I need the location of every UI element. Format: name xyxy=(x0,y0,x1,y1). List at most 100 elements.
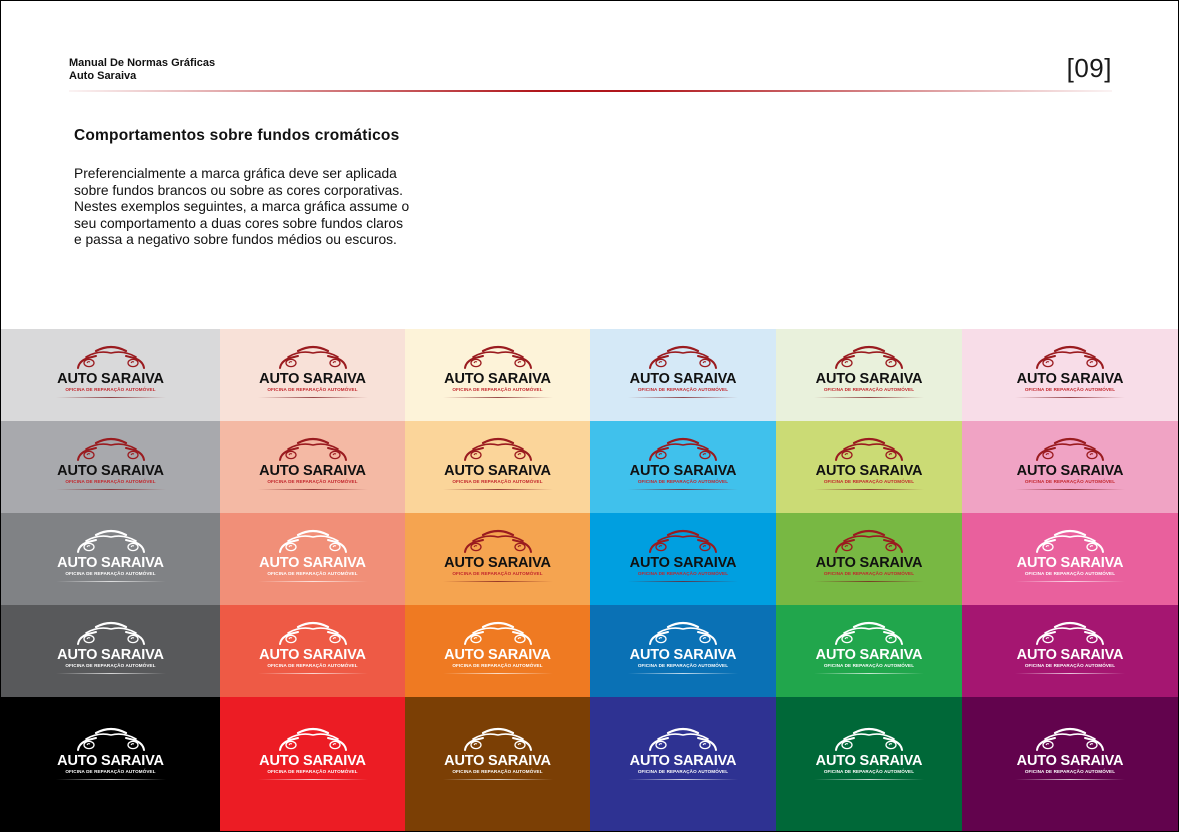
logo-underline xyxy=(628,581,738,582)
logo-tagline: OFICINA DE REPARAÇÃO AUTOMÓVEL xyxy=(637,387,729,392)
logo-tagline: OFICINA DE REPARAÇÃO AUTOMÓVEL xyxy=(452,479,543,484)
color-swatch-tile: AUTO SARAIVA OFICINA DE REPARAÇÃO AUTOMÓV… xyxy=(220,513,405,605)
logo-wordmark: AUTO SARAIVA xyxy=(444,753,551,769)
car-front-icon xyxy=(799,527,939,555)
logo-underline xyxy=(55,779,166,780)
logo-underline xyxy=(1015,581,1125,582)
logo-tagline: OFICINA DE REPARAÇÃO AUTOMÓVEL xyxy=(267,479,358,484)
color-swatch-tile: AUTO SARAIVA OFICINA DE REPARAÇÃO AUTOMÓV… xyxy=(220,697,405,831)
logo-tagline: OFICINA DE REPARAÇÃO AUTOMÓVEL xyxy=(1024,769,1116,774)
logo-wordmark: AUTO SARAIVA xyxy=(444,371,551,387)
logo-wordmark: AUTO SARAIVA xyxy=(259,555,366,571)
color-swatch-tile: AUTO SARAIVA OFICINA DE REPARAÇÃO AUTOMÓV… xyxy=(962,605,1178,697)
logo-tagline: OFICINA DE REPARAÇÃO AUTOMÓVEL xyxy=(452,571,543,576)
logo-tagline: OFICINA DE REPARAÇÃO AUTOMÓVEL xyxy=(65,479,156,484)
logo-wordmark: AUTO SARAIVA xyxy=(57,647,164,663)
auto-saraiva-logo: AUTO SARAIVA OFICINA DE REPARAÇÃO AUTOMÓV… xyxy=(799,619,939,674)
logo-wordmark: AUTO SARAIVA xyxy=(629,753,737,769)
logo-wordmark: AUTO SARAIVA xyxy=(259,371,366,387)
logo-tagline: OFICINA DE REPARAÇÃO AUTOMÓVEL xyxy=(267,663,358,668)
car-front-icon xyxy=(243,435,383,463)
car-front-icon xyxy=(1000,527,1140,555)
color-swatch-tile: AUTO SARAIVA OFICINA DE REPARAÇÃO AUTOMÓV… xyxy=(220,421,405,513)
car-front-icon xyxy=(613,343,753,371)
logo-wordmark: AUTO SARAIVA xyxy=(259,647,366,663)
auto-saraiva-logo: AUTO SARAIVA OFICINA DE REPARAÇÃO AUTOMÓV… xyxy=(1000,343,1140,398)
auto-saraiva-logo: AUTO SARAIVA OFICINA DE REPARAÇÃO AUTOMÓV… xyxy=(428,435,568,490)
color-swatch-tile: AUTO SARAIVA OFICINA DE REPARAÇÃO AUTOMÓV… xyxy=(776,421,962,513)
auto-saraiva-logo: AUTO SARAIVA OFICINA DE REPARAÇÃO AUTOMÓV… xyxy=(41,343,181,398)
logo-tagline: OFICINA DE REPARAÇÃO AUTOMÓVEL xyxy=(823,387,915,392)
color-swatch-tile: AUTO SARAIVA OFICINA DE REPARAÇÃO AUTOMÓV… xyxy=(405,421,590,513)
auto-saraiva-logo: AUTO SARAIVA OFICINA DE REPARAÇÃO AUTOMÓV… xyxy=(799,527,939,582)
auto-saraiva-logo: AUTO SARAIVA OFICINA DE REPARAÇÃO AUTOMÓV… xyxy=(428,343,568,398)
car-front-icon xyxy=(613,619,753,647)
car-front-icon xyxy=(243,527,383,555)
logo-tagline: OFICINA DE REPARAÇÃO AUTOMÓVEL xyxy=(1024,663,1116,668)
color-swatch-tile: AUTO SARAIVA OFICINA DE REPARAÇÃO AUTOMÓV… xyxy=(1,329,220,421)
car-front-icon xyxy=(41,435,181,463)
logo-wordmark: AUTO SARAIVA xyxy=(815,371,923,387)
document-title: Manual De Normas Gráficas xyxy=(69,57,216,69)
logo-wordmark: AUTO SARAIVA xyxy=(815,753,923,769)
logo-underline xyxy=(442,397,553,398)
section-title: Comportamentos sobre fundos cromáticos xyxy=(74,127,400,144)
logo-tagline: OFICINA DE REPARAÇÃO AUTOMÓVEL xyxy=(267,769,358,774)
car-front-icon xyxy=(1000,435,1140,463)
logo-underline xyxy=(257,397,368,398)
color-swatch-tile: AUTO SARAIVA OFICINA DE REPARAÇÃO AUTOMÓV… xyxy=(590,329,776,421)
logo-underline xyxy=(814,779,924,780)
logo-underline xyxy=(442,489,553,490)
car-front-icon xyxy=(41,619,181,647)
car-front-icon xyxy=(41,343,181,371)
car-front-icon xyxy=(799,435,939,463)
color-swatch-tile: AUTO SARAIVA OFICINA DE REPARAÇÃO AUTOMÓV… xyxy=(1,605,220,697)
logo-wordmark: AUTO SARAIVA xyxy=(629,371,737,387)
logo-tagline: OFICINA DE REPARAÇÃO AUTOMÓVEL xyxy=(637,571,729,576)
car-front-icon xyxy=(41,527,181,555)
color-swatch-tile: AUTO SARAIVA OFICINA DE REPARAÇÃO AUTOMÓV… xyxy=(1,513,220,605)
logo-tagline: OFICINA DE REPARAÇÃO AUTOMÓVEL xyxy=(267,387,358,392)
logo-wordmark: AUTO SARAIVA xyxy=(57,753,164,769)
logo-underline xyxy=(257,489,368,490)
auto-saraiva-logo: AUTO SARAIVA OFICINA DE REPARAÇÃO AUTOMÓV… xyxy=(428,619,568,674)
logo-underline xyxy=(257,673,368,674)
logo-underline xyxy=(442,673,553,674)
logo-tagline: OFICINA DE REPARAÇÃO AUTOMÓVEL xyxy=(65,769,156,774)
logo-tagline: OFICINA DE REPARAÇÃO AUTOMÓVEL xyxy=(452,769,543,774)
car-front-icon xyxy=(613,725,753,753)
car-front-icon xyxy=(613,435,753,463)
car-front-icon xyxy=(799,725,939,753)
logo-underline xyxy=(257,581,368,582)
logo-wordmark: AUTO SARAIVA xyxy=(259,753,366,769)
logo-wordmark: AUTO SARAIVA xyxy=(1016,463,1124,479)
auto-saraiva-logo: AUTO SARAIVA OFICINA DE REPARAÇÃO AUTOMÓV… xyxy=(428,527,568,582)
car-front-icon xyxy=(1000,343,1140,371)
auto-saraiva-logo: AUTO SARAIVA OFICINA DE REPARAÇÃO AUTOMÓV… xyxy=(243,725,383,780)
logo-wordmark: AUTO SARAIVA xyxy=(444,555,551,571)
color-swatch-tile: AUTO SARAIVA OFICINA DE REPARAÇÃO AUTOMÓV… xyxy=(776,513,962,605)
section-body: Preferencialmente a marca gráfica deve s… xyxy=(74,166,410,248)
auto-saraiva-logo: AUTO SARAIVA OFICINA DE REPARAÇÃO AUTOMÓV… xyxy=(41,725,181,780)
logo-tagline: OFICINA DE REPARAÇÃO AUTOMÓVEL xyxy=(1024,387,1116,392)
logo-tagline: OFICINA DE REPARAÇÃO AUTOMÓVEL xyxy=(637,479,729,484)
car-front-icon xyxy=(41,725,181,753)
color-swatch-tile: AUTO SARAIVA OFICINA DE REPARAÇÃO AUTOMÓV… xyxy=(962,697,1178,831)
logo-underline xyxy=(628,397,738,398)
color-swatch-tile: AUTO SARAIVA OFICINA DE REPARAÇÃO AUTOMÓV… xyxy=(962,421,1178,513)
logo-wordmark: AUTO SARAIVA xyxy=(57,371,164,387)
brand-name: Auto Saraiva xyxy=(69,70,137,82)
logo-underline xyxy=(628,489,738,490)
auto-saraiva-logo: AUTO SARAIVA OFICINA DE REPARAÇÃO AUTOMÓV… xyxy=(1000,619,1140,674)
manual-page: Manual De Normas Gráficas Auto Saraiva [… xyxy=(0,0,1179,832)
logo-tagline: OFICINA DE REPARAÇÃO AUTOMÓVEL xyxy=(452,387,543,392)
color-swatch-tile: AUTO SARAIVA OFICINA DE REPARAÇÃO AUTOMÓV… xyxy=(590,421,776,513)
auto-saraiva-logo: AUTO SARAIVA OFICINA DE REPARAÇÃO AUTOMÓV… xyxy=(613,619,753,674)
logo-underline xyxy=(442,581,553,582)
logo-underline xyxy=(1015,397,1125,398)
auto-saraiva-logo: AUTO SARAIVA OFICINA DE REPARAÇÃO AUTOMÓV… xyxy=(799,725,939,780)
color-swatch-tile: AUTO SARAIVA OFICINA DE REPARAÇÃO AUTOMÓV… xyxy=(405,513,590,605)
logo-wordmark: AUTO SARAIVA xyxy=(259,463,366,479)
logo-wordmark: AUTO SARAIVA xyxy=(629,555,737,571)
color-swatch-tile: AUTO SARAIVA OFICINA DE REPARAÇÃO AUTOMÓV… xyxy=(590,605,776,697)
